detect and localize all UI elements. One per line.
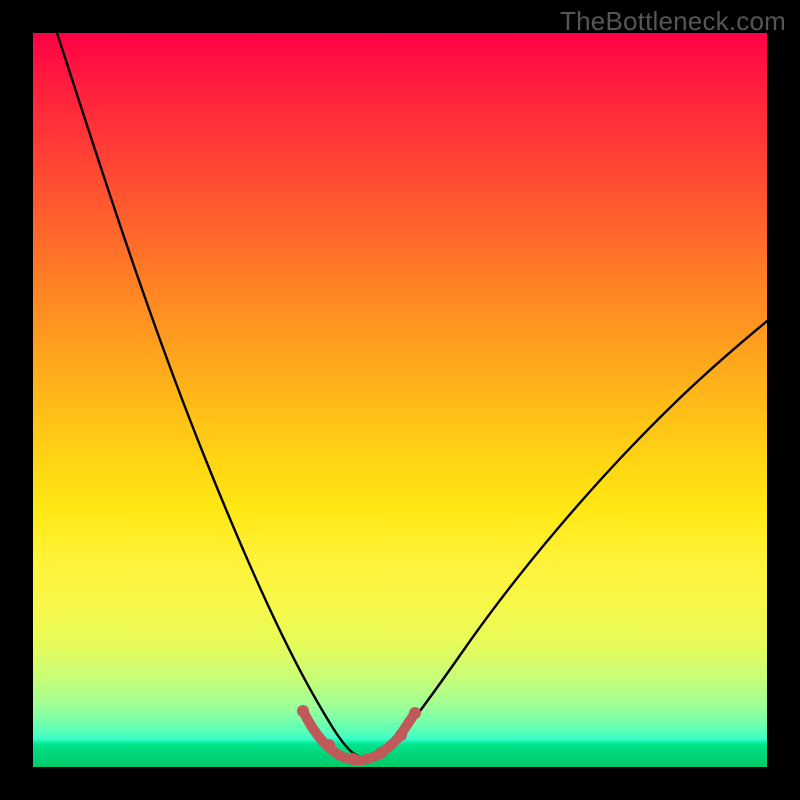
watermark-text: TheBottleneck.com <box>560 6 786 37</box>
bottleneck-curve <box>57 33 767 759</box>
plot-area <box>33 33 767 767</box>
optimal-zone-overlay <box>297 705 421 765</box>
curve-layer <box>33 33 767 767</box>
chart-frame: TheBottleneck.com <box>0 0 800 800</box>
